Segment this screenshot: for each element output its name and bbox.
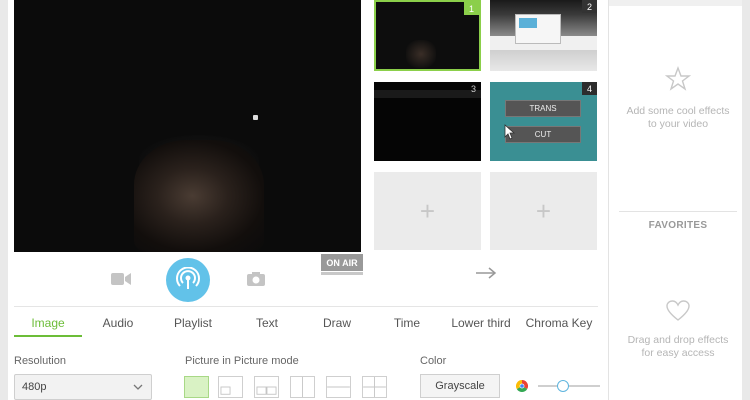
tab-draw[interactable]: Draw — [302, 313, 372, 333]
pip-mode-full[interactable] — [184, 376, 209, 398]
live-preview — [14, 0, 361, 252]
pip-mode-quad[interactable] — [362, 376, 387, 398]
tab-audio[interactable]: Audio — [82, 313, 154, 333]
color-label: Color — [420, 355, 447, 367]
window-right-edge — [742, 0, 750, 400]
tab-chroma-key[interactable]: Chroma Key — [520, 313, 598, 333]
trans-button[interactable]: TRANS — [505, 100, 581, 117]
add-scene-button[interactable]: + — [374, 172, 481, 250]
preview-light-spot — [253, 115, 258, 120]
favorites-empty-text: Drag and drop effects for easy access — [627, 334, 729, 359]
tab-text[interactable]: Text — [232, 313, 302, 333]
video-camera-icon[interactable] — [110, 270, 132, 288]
favorites-title: FAVORITES — [648, 220, 708, 231]
on-air-indicator-bar — [321, 272, 363, 275]
preview-person — [134, 140, 264, 252]
tab-time[interactable]: Time — [372, 313, 442, 333]
resolution-select[interactable]: 480p — [14, 374, 152, 400]
scene-1-person — [406, 40, 436, 68]
tab-playlist[interactable]: Playlist — [154, 313, 232, 333]
pip-mode-split-horizontal[interactable] — [326, 376, 351, 398]
pip-mode-side-by-side-bottom[interactable] — [254, 376, 279, 398]
plus-icon: + — [419, 195, 436, 226]
mouse-cursor-icon — [504, 124, 516, 140]
scene-2-screen — [515, 14, 561, 44]
pip-mode-label: Picture in Picture mode — [185, 355, 299, 367]
broadcast-icon — [176, 267, 200, 289]
on-air-badge: ON AIR — [321, 254, 363, 271]
settings-tabs: Image Audio Playlist Text Draw Time Lowe… — [14, 313, 598, 337]
color-intensity-slider[interactable] — [538, 385, 600, 387]
tab-image[interactable]: Image — [14, 313, 82, 337]
star-icon — [665, 66, 691, 91]
scene-2-ground — [490, 50, 597, 71]
arrow-right-icon[interactable] — [474, 263, 498, 283]
scene-number: 3 — [470, 83, 476, 94]
tab-lower-third[interactable]: Lower third — [442, 313, 520, 333]
slider-handle[interactable] — [556, 380, 569, 392]
cut-button[interactable]: CUT — [505, 126, 581, 143]
broadcast-button[interactable] — [166, 258, 210, 302]
plus-icon: + — [535, 195, 552, 226]
grayscale-button[interactable]: Grayscale — [420, 374, 500, 398]
scene-number: 2 — [582, 0, 597, 13]
photo-camera-icon[interactable] — [246, 270, 266, 288]
scene-4[interactable]: TRANS CUT 4 — [490, 82, 597, 161]
effects-panel: Add some cool effects to your video FAVO… — [608, 0, 743, 400]
pip-mode-corner[interactable] — [218, 376, 243, 398]
scene-2[interactable]: 2 — [490, 0, 597, 71]
window-left-edge — [0, 0, 8, 400]
effects-empty-text: Add some cool effects to your video — [626, 105, 730, 130]
pip-mode-split-vertical[interactable] — [290, 376, 315, 398]
scene-1[interactable]: 1 — [374, 0, 481, 71]
resolution-label: Resolution — [14, 355, 66, 367]
add-scene-button[interactable]: + — [490, 172, 597, 250]
scene-3-band — [374, 90, 481, 98]
tab-divider — [14, 306, 598, 307]
chevron-down-icon — [133, 384, 143, 390]
scene-number: 1 — [464, 2, 479, 15]
heart-icon — [666, 300, 690, 321]
panel-divider — [619, 211, 737, 212]
effects-panel-header — [609, 0, 743, 6]
resolution-value: 480p — [22, 381, 47, 393]
scene-3[interactable]: 3 — [374, 82, 481, 161]
scene-number: 4 — [582, 82, 597, 95]
color-wheel-icon — [516, 380, 528, 392]
